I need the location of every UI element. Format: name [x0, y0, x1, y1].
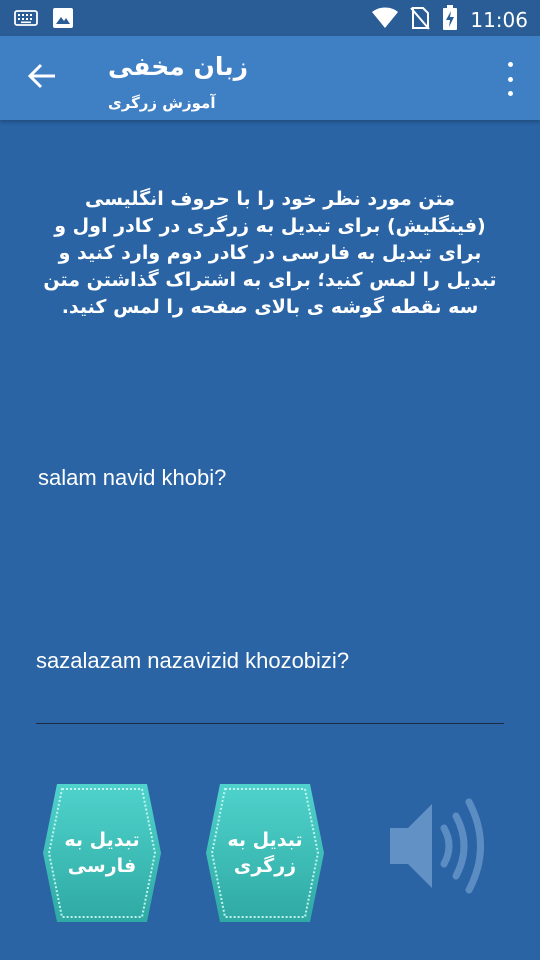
finglish-input[interactable] — [36, 464, 508, 492]
battery-charging-icon — [442, 5, 458, 35]
convert-to-persian-label: تبدیل به فارسی — [64, 829, 140, 877]
page-subtitle: آموزش زرگری — [108, 94, 216, 112]
clock: 11:06 — [470, 8, 528, 32]
no-sim-icon — [410, 6, 431, 34]
output-underline — [36, 723, 504, 724]
status-bar: 11:06 — [0, 0, 540, 36]
page-title: زبان مخفی — [108, 52, 248, 81]
app-bar: زبان مخفی آموزش زرگری — [0, 36, 540, 120]
speak-button[interactable] — [384, 790, 504, 902]
instructions-text: متن مورد نظر خود را با حروف انگلیسی (فین… — [43, 188, 497, 318]
convert-to-zargari-label: تبدیل به زرگری — [227, 829, 303, 877]
convert-to-zargari-button[interactable]: تبدیل به زرگری — [206, 784, 324, 922]
back-button[interactable] — [20, 58, 64, 98]
overflow-menu-button[interactable] — [498, 62, 522, 96]
more-vert-icon — [507, 62, 513, 67]
zargari-output-field[interactable]: sazalazam nazavizid khozobizi? — [36, 648, 504, 674]
keyboard-icon — [14, 9, 38, 31]
convert-to-persian-button[interactable]: تبدیل به فارسی — [43, 784, 161, 922]
wifi-icon — [372, 7, 399, 33]
speaker-icon — [384, 798, 504, 906]
image-icon — [52, 7, 74, 33]
arrow-left-icon — [27, 63, 56, 93]
